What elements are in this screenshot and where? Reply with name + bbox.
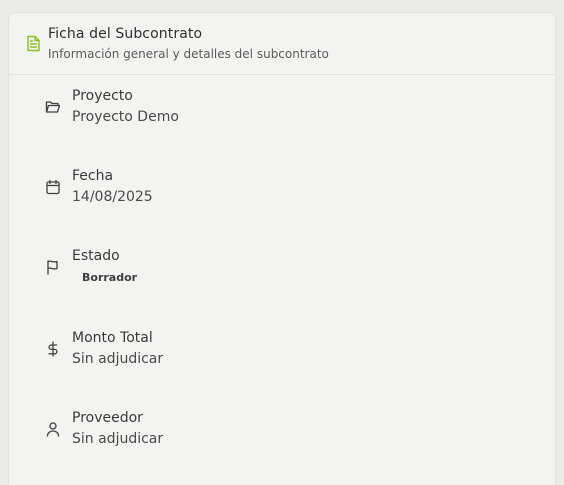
field-label: Monto Total [72,330,153,346]
user-icon [45,421,61,437]
field-value: 14/08/2025 [72,189,153,205]
field-estado: Estado Borrador [9,248,555,298]
folder-open-icon [45,99,61,115]
field-fecha: Fecha 14/08/2025 [9,168,555,218]
card-title: Ficha del Subcontrato [48,26,203,42]
card-subtitle: Información general y detalles del subco… [48,47,329,61]
subcontract-card: Ficha del Subcontrato Información genera… [8,12,556,485]
document-icon [26,35,41,52]
field-value: Proyecto Demo [72,109,179,125]
dollar-icon [45,341,61,357]
field-label: Proveedor [72,410,143,426]
field-label: Proyecto [72,88,133,104]
field-label: Estado [72,248,120,264]
status-badge: Borrador [82,271,138,284]
calendar-icon [45,179,61,195]
field-value: Sin adjudicar [72,351,164,367]
field-proveedor: Proveedor Sin adjudicar [9,410,555,460]
field-monto-total: Monto Total Sin adjudicar [9,330,555,380]
field-value: Sin adjudicar [72,431,164,447]
field-proyecto: Proyecto Proyecto Demo [9,88,555,138]
field-label: Fecha [72,168,114,184]
card-header: Ficha del Subcontrato Información genera… [9,13,555,75]
flag-icon [45,259,61,275]
